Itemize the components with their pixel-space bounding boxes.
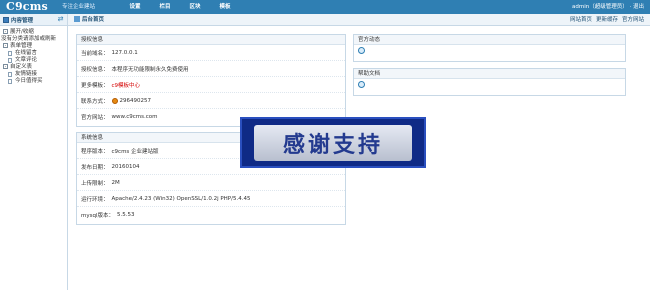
- sidebar-item-no-category[interactable]: 没有分类请添加或刷新: [1, 36, 67, 43]
- row-upload-limit: 上传限制： 2M: [77, 175, 345, 191]
- loading-icon: [358, 47, 365, 54]
- collapse-icon: -: [3, 29, 8, 34]
- row-templates: 更多模板： c9模板中心: [77, 77, 345, 93]
- sidebar-item-comments[interactable]: 文章评论: [8, 57, 67, 64]
- logo[interactable]: C9cms: [6, 0, 48, 14]
- link-site-home[interactable]: 网站首页: [570, 14, 592, 26]
- nav-item-columns[interactable]: 栏目: [150, 0, 180, 14]
- qq-icon: [111, 97, 118, 104]
- sidebar-item-deals[interactable]: 今日值得买: [8, 78, 67, 85]
- nav-item-templates[interactable]: 模板: [210, 0, 240, 14]
- link-update-cache[interactable]: 更新缓存: [596, 14, 618, 26]
- license-panel: 授权信息 当前域名： 127.0.0.1 授权信息： 本程序无功能限制永久免费使用 …: [76, 34, 346, 127]
- nav-item-blocks[interactable]: 区块: [180, 0, 210, 14]
- sidebar-item-toggle[interactable]: - 展开/收缩: [3, 29, 67, 36]
- quick-links: 网站首页 更新缓存 官方网站: [570, 14, 644, 26]
- document-icon: [8, 72, 12, 77]
- user-info[interactable]: admin（超级管理员） · 退出: [572, 0, 644, 14]
- panel-title: 帮助文档: [354, 69, 625, 79]
- loading-icon: [358, 81, 365, 88]
- sidebar: 内容管理 ⇄ - 展开/收缩 没有分类请添加或刷新 - 表单管理 在线留言 文章评论…: [0, 14, 68, 290]
- news-panel: 官方动态: [353, 34, 626, 62]
- panel-title: 授权信息: [77, 35, 345, 45]
- help-panel: 帮助文档: [353, 68, 626, 96]
- templates-link[interactable]: c9模板中心: [112, 81, 141, 89]
- thanks-watermark: 感谢支持: [240, 117, 426, 168]
- link-official-site[interactable]: 官方网站: [622, 14, 644, 26]
- row-contact: 联系方式： 296490257: [77, 93, 345, 109]
- panel-title: 官方动态: [354, 35, 625, 45]
- home-icon: [74, 16, 80, 22]
- document-icon: [8, 79, 12, 84]
- row-environment: 运行环境： Apache/2.4.23 (Win32) OpenSSL/1.0.2…: [77, 191, 345, 207]
- top-bar: C9cms 专注企业建站 设置 栏目 区块 模板 admin（超级管理员） · …: [0, 0, 650, 14]
- sidebar-header: 内容管理 ⇄: [0, 14, 67, 26]
- row-domain: 当前域名： 127.0.0.1: [77, 45, 345, 61]
- nav-item-settings[interactable]: 设置: [120, 0, 150, 14]
- sidebar-item-forms[interactable]: - 表单管理: [3, 43, 67, 50]
- collapse-icon: -: [3, 64, 8, 69]
- watermark-text: 感谢支持: [282, 132, 383, 158]
- breadcrumb[interactable]: 后台首页: [74, 14, 104, 26]
- tagline: 专注企业建站: [62, 4, 96, 10]
- row-mysql: mysql版本： 5.5.53: [81, 212, 135, 219]
- row-license: 授权信息： 本程序无功能限制永久免费使用: [77, 61, 345, 77]
- sidebar-item-custom-tables[interactable]: - 自定义表: [3, 64, 67, 71]
- sidebar-item-messages[interactable]: 在线留言: [8, 50, 67, 57]
- grid-icon: [3, 16, 9, 23]
- document-icon: [8, 58, 12, 63]
- website-link[interactable]: www.c9cms.com: [112, 114, 158, 120]
- sidebar-item-links[interactable]: 友情链接: [8, 71, 67, 78]
- sidebar-title: 内容管理: [11, 17, 34, 24]
- document-icon: [8, 51, 12, 56]
- refresh-icon[interactable]: ⇄: [57, 16, 64, 23]
- breadcrumb-bar: 后台首页 网站首页 更新缓存 官方网站: [68, 14, 650, 26]
- collapse-icon: -: [3, 43, 8, 48]
- top-nav: 设置 栏目 区块 模板: [120, 0, 240, 14]
